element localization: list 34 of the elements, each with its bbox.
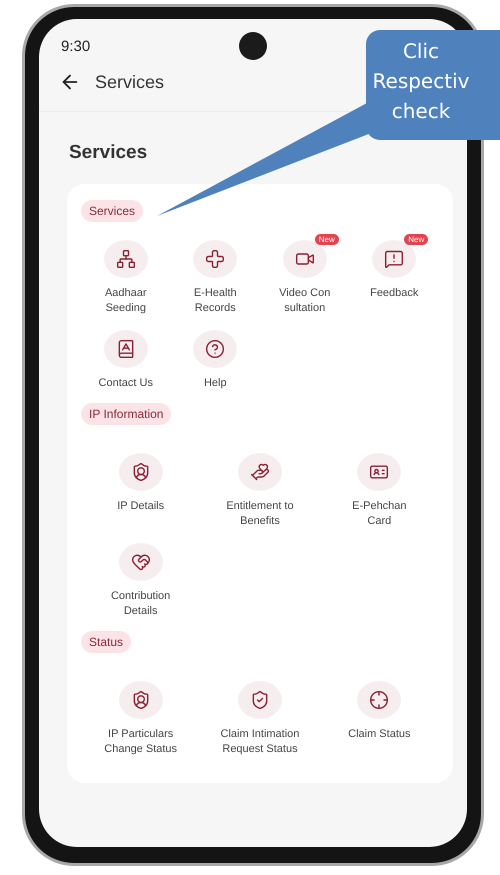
service-tile[interactable]: E-Pehchan Card [320, 445, 439, 529]
shield-user-icon [130, 462, 151, 482]
status-time: 9:30 [61, 38, 92, 54]
section-chip: Services [81, 200, 144, 222]
service-tile[interactable]: Contact Us [81, 322, 170, 391]
service-tile[interactable]: IP Particulars Change Status [81, 673, 200, 757]
medical-cross-icon [205, 249, 226, 269]
shield-user-icon [130, 690, 151, 710]
section-chip: IP Information [81, 403, 172, 425]
section-chip: Status [81, 631, 132, 653]
network-icon [116, 249, 136, 269]
heart-handshake-icon [130, 552, 151, 572]
target-icon [369, 690, 390, 710]
service-tile[interactable]: Contribution Details [81, 535, 200, 619]
page-heading: Services [69, 142, 148, 164]
contact-book-icon [116, 339, 136, 359]
service-tile[interactable]: Claim Intimation Request Status [200, 673, 320, 757]
message-alert-icon [384, 249, 404, 269]
service-tile[interactable]: E-Health Records [170, 232, 260, 316]
service-tile[interactable]: New Feedback [350, 232, 439, 316]
shield-check-icon [250, 690, 270, 710]
service-tile[interactable]: Aadhaar Seeding [81, 232, 170, 316]
callout-text: Clic Respectiv check [366, 30, 500, 140]
service-tile[interactable]: Entitlement to Benefits [200, 445, 320, 529]
new-badge: New [314, 234, 339, 245]
help-icon [205, 339, 226, 359]
service-tile[interactable]: New Video Con sultation [260, 232, 350, 316]
service-tile[interactable]: Claim Status [320, 673, 439, 757]
new-badge: New [404, 234, 428, 245]
app-bar-title: Services [95, 72, 164, 92]
hand-heart-icon [250, 462, 270, 482]
service-tile[interactable]: Help [170, 322, 260, 391]
camera-hole [239, 32, 267, 60]
service-tile[interactable]: IP Details [81, 445, 200, 529]
